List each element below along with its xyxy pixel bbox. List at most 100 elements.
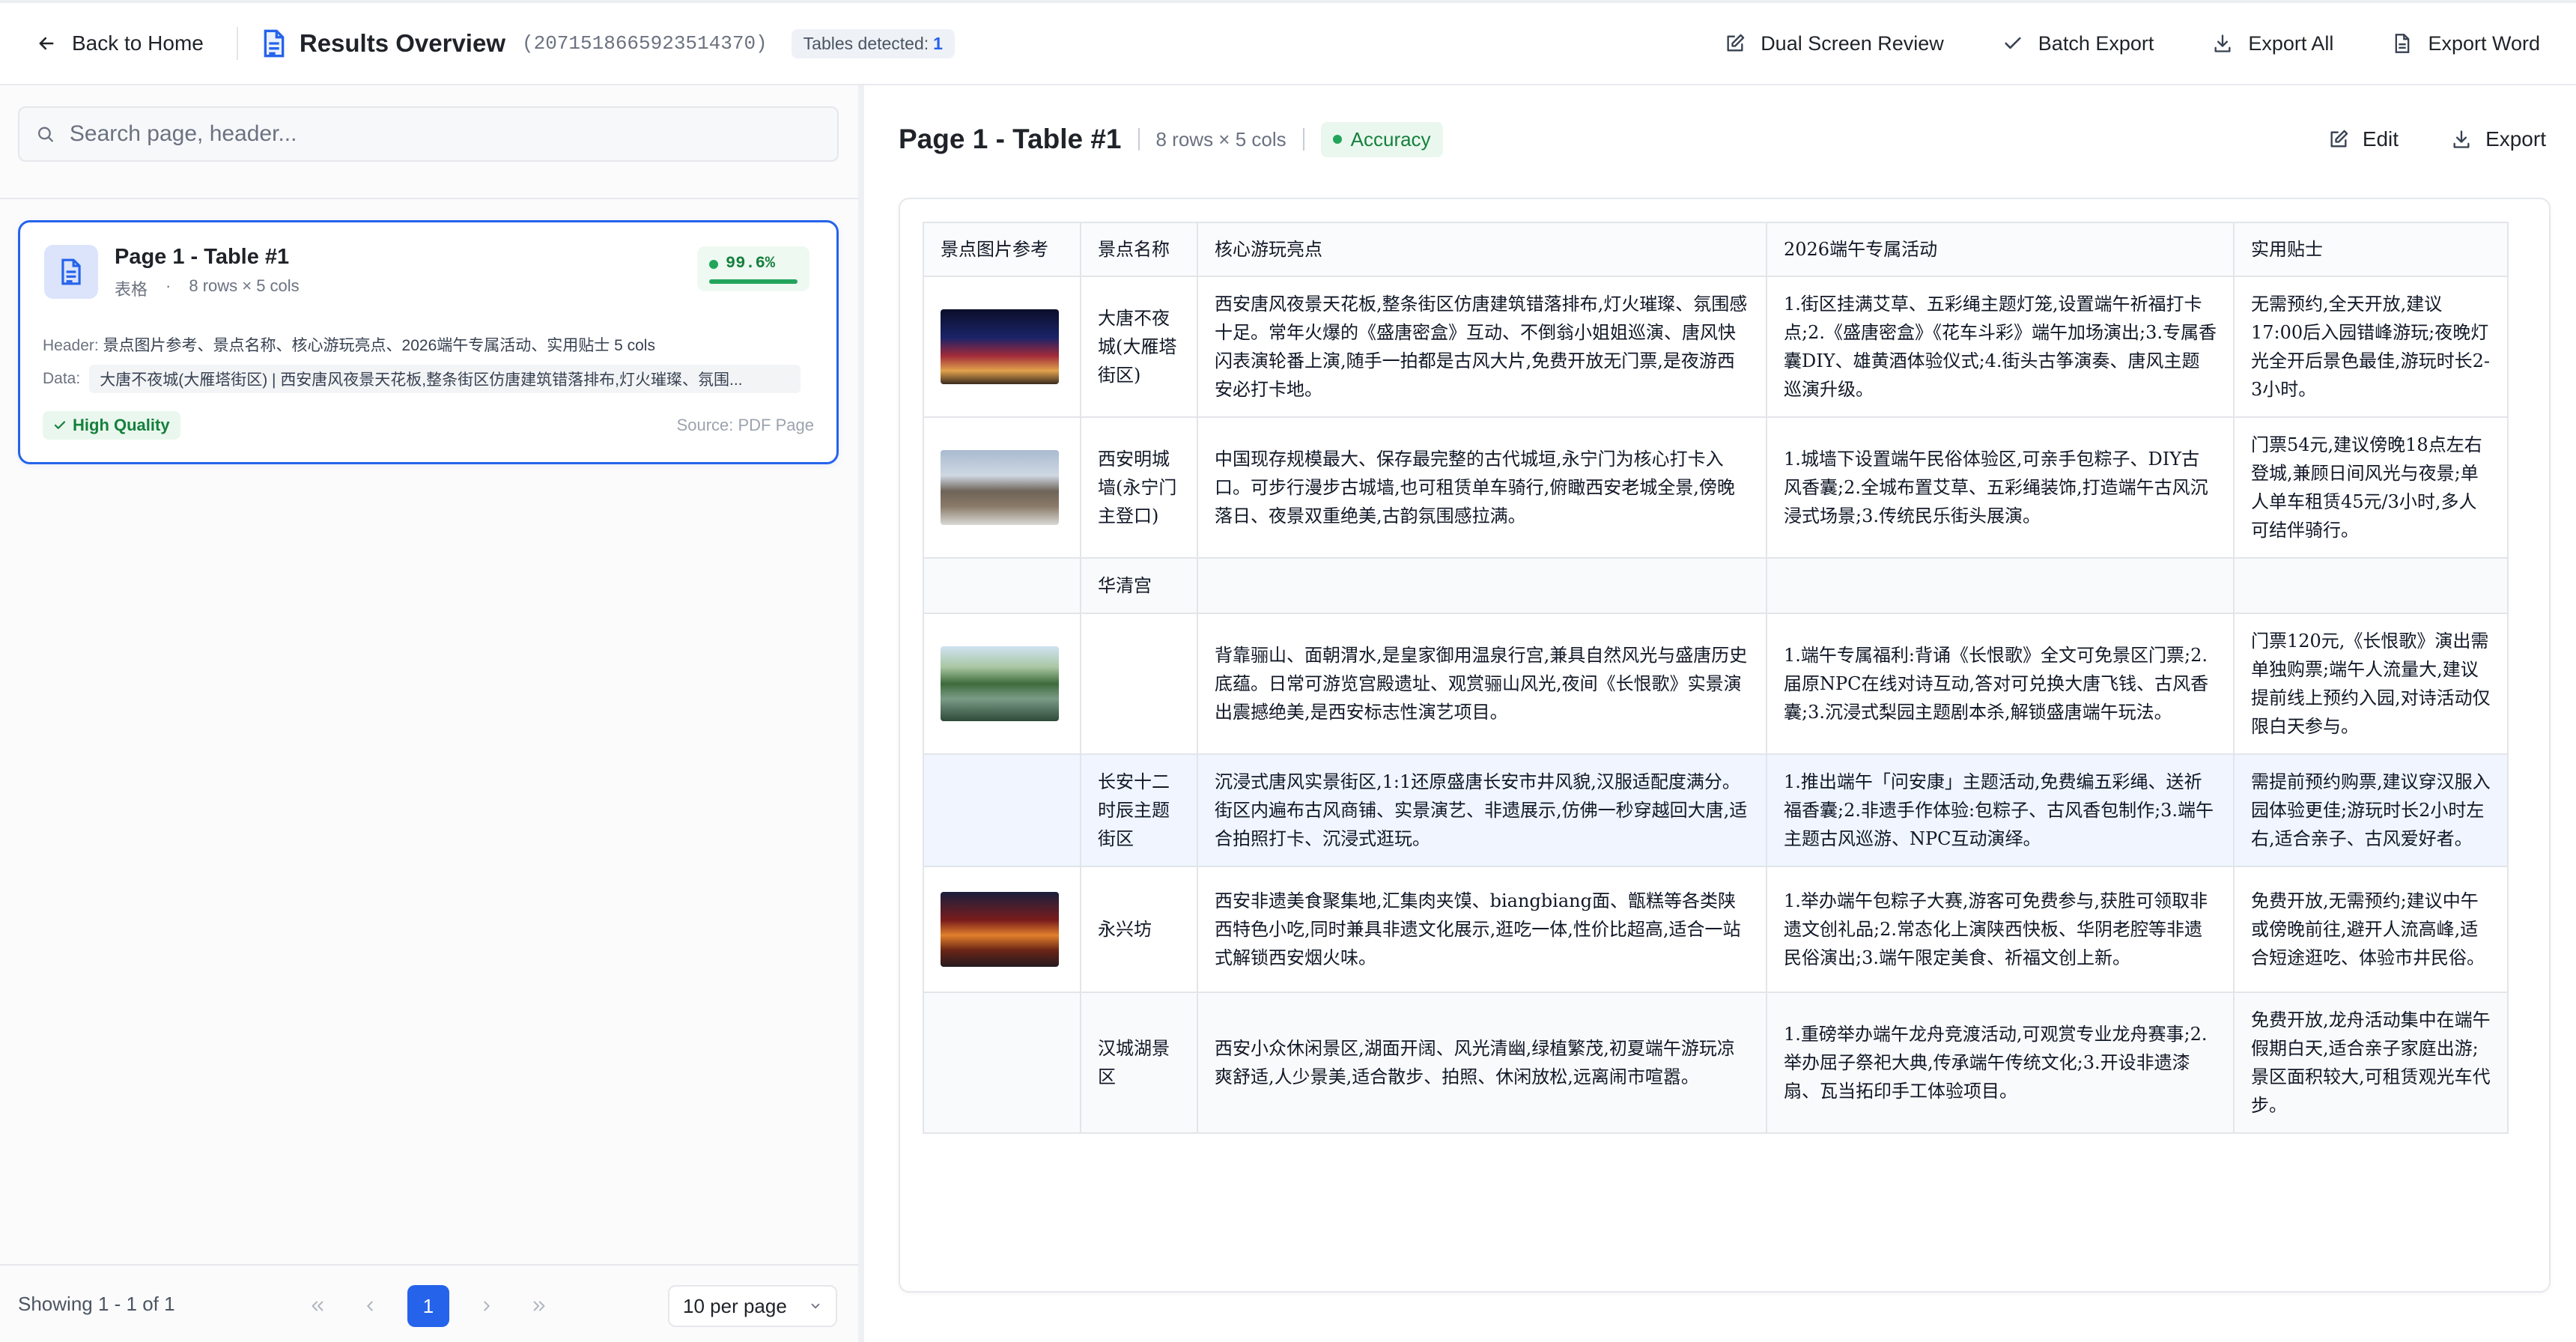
per-page-value: 10 per page	[683, 1294, 787, 1317]
last-page-button[interactable]	[524, 1287, 554, 1326]
highlight-cell	[1197, 557, 1767, 614]
image-cell	[923, 992, 1081, 1134]
showing-count: Showing 1 - 1 of 1	[18, 1292, 175, 1315]
back-to-home-button[interactable]: Back to Home	[36, 31, 204, 55]
quality-label: High Quality	[73, 416, 170, 434]
divider	[236, 27, 238, 60]
search-box[interactable]	[18, 106, 839, 162]
download-icon	[2214, 34, 2231, 52]
activity-cell: 1.推出端午「问安康」主题活动,免费编五彩绳、送祈福香囊;2.非遗手作体验:包粽…	[1766, 753, 2235, 867]
document-icon	[61, 258, 81, 285]
image-cell	[923, 276, 1081, 418]
table-header-bar: Page 1 - Table #1 8 rows × 5 cols Accura…	[899, 112, 1443, 166]
table-row: 西安明城墙(永宁门主登口) 中国现存规模最大、保存最完整的古代城垣,永宁门为核心…	[923, 416, 2509, 559]
activity-cell: 1.城墙下设置端午民俗体验区,可亲手包粽子、DIY古风香囊;2.全城布置艾草、五…	[1766, 416, 2235, 559]
edit-square-icon	[1727, 34, 1745, 52]
column-header: 实用贴士	[2233, 222, 2509, 277]
name-cell: 永兴坊	[1080, 866, 1198, 993]
score-value: 99.6%	[726, 254, 776, 273]
results-title: Results Overview (2071518665923514370) T…	[261, 28, 955, 58]
page-1-button[interactable]: 1	[407, 1285, 449, 1327]
status-dot	[1332, 135, 1342, 144]
table-title: Page 1 - Table #1	[899, 124, 1122, 154]
page-title: Results Overview	[299, 29, 505, 57]
chevrons-right-icon	[533, 1301, 545, 1311]
data-preview: 大唐不夜城(大雁塔街区) | 西安唐风夜景天花板,整条街区仿唐建筑错落排布,灯火…	[89, 365, 801, 393]
tips-cell: 免费开放,龙舟活动集中在端午假期白天,适合亲子家庭出游;景区面积较大,可租赁观光…	[2233, 992, 2509, 1134]
attraction-photo	[941, 450, 1059, 525]
export-word-label: Export Word	[2428, 31, 2540, 55]
chevron-right-icon	[484, 1301, 490, 1311]
highlight-cell: 中国现存规模最大、保存最完整的古代城垣,永宁门为核心打卡入口。可步行漫步古城墙,…	[1197, 416, 1767, 559]
tips-cell: 需提前预约购票,建议穿汉服入园体验更佳;游玩时长2小时左右,适合亲子、古风爱好者…	[2233, 753, 2509, 867]
tables-detected-label: Tables detected:	[803, 33, 929, 53]
batch-export-button[interactable]: Batch Export	[2002, 32, 2154, 55]
name-cell: 大唐不夜城(大雁塔街区)	[1080, 276, 1198, 418]
page-nav: 1	[303, 1285, 554, 1327]
activity-cell: 1.举办端午包粽子大赛,游客可免费参与,获胜可领取非遗文创礼品;2.常态化上演陕…	[1766, 866, 2235, 993]
accuracy-label: Accuracy	[1350, 127, 1431, 151]
name-cell	[1080, 613, 1198, 755]
sidebar: Page 1 - Table #1 表格 · 8 rows × 5 cols 9…	[0, 85, 860, 1342]
image-cell	[923, 613, 1081, 755]
chevron-down-icon	[811, 1303, 820, 1309]
activity-cell: 1.街区挂满艾草、五彩绳主题灯笼,设置端午祈福打卡点;2.《盛唐密盒》《花车斗彩…	[1766, 276, 2235, 418]
resize-handle[interactable]	[858, 85, 864, 1342]
attraction-photo	[941, 309, 1059, 384]
table-row: 背靠骊山、面朝渭水,是皇家御用温泉行宫,兼具自然风光与盛唐历史底蕴。日常可游览宫…	[923, 613, 2509, 755]
search-input[interactable]	[69, 121, 821, 147]
attraction-photo	[941, 892, 1059, 967]
highlight-cell: 背靠骊山、面朝渭水,是皇家御用温泉行宫,兼具自然风光与盛唐历史底蕴。日常可游览宫…	[1197, 613, 1767, 755]
status-dot	[709, 260, 718, 269]
separator-dot: ·	[165, 276, 171, 295]
card-title: Page 1 - Table #1	[115, 245, 290, 269]
per-page-select[interactable]: 10 per page	[668, 1285, 837, 1327]
column-header: 景点名称	[1080, 222, 1198, 277]
export-button[interactable]: Export	[2451, 127, 2546, 151]
document-icon	[264, 29, 285, 58]
edit-label: Edit	[2362, 127, 2399, 151]
chevrons-left-icon	[312, 1301, 323, 1311]
card-data-info: Data: 大唐不夜城(大雁塔街区) | 西安唐风夜景天花板,整条街区仿唐建筑错…	[43, 365, 801, 393]
table-header-row: 景点图片参考 景点名称 核心游玩亮点 2026端午专属活动 实用贴士	[923, 222, 2509, 277]
first-page-button[interactable]	[303, 1287, 332, 1326]
image-cell	[923, 866, 1081, 993]
table-result-card[interactable]: Page 1 - Table #1 表格 · 8 rows × 5 cols 9…	[18, 220, 839, 464]
file-text-icon	[2396, 34, 2410, 53]
card-header-info: Header: 景点图片参考、景点名称、核心游玩亮点、2026端午专属活动、实用…	[43, 333, 655, 356]
activity-cell	[1766, 557, 2235, 614]
search-icon	[38, 127, 53, 142]
export-label: Export	[2485, 127, 2546, 151]
dual-screen-review-button[interactable]: Dual Screen Review	[1725, 32, 1944, 55]
tips-cell: 无需预约,全天开放,建议17:00后入园错峰游玩;夜晚灯光全开后景色最佳,游玩时…	[2233, 276, 2509, 418]
edit-square-icon	[2330, 130, 2348, 148]
tips-cell: 门票120元,《长恨歌》演出需单独购票;端午人流量大,建议提前线上预约入园,对诗…	[2233, 613, 2509, 755]
highlight-cell: 西安非遗美食聚集地,汇集肉夹馍、biangbiang面、甑糕等各类陕西特色小吃,…	[1197, 866, 1767, 993]
table-row: 长安十二时辰主题街区 沉浸式唐风实景街区,1:1还原盛唐长安市井风貌,汉服适配度…	[923, 753, 2509, 867]
divider	[1302, 128, 1304, 151]
edit-button[interactable]: Edit	[2328, 127, 2399, 151]
table-row: 华清宫	[923, 557, 2509, 614]
data-label: Data:	[43, 370, 81, 387]
top-bar: Back to Home Results Overview (207151866…	[0, 0, 2576, 85]
export-word-button[interactable]: Export Word	[2392, 32, 2540, 55]
download-icon	[2453, 130, 2470, 148]
header-label: Header:	[43, 337, 99, 354]
source-label: Source: PDF Page	[676, 416, 814, 434]
column-header: 2026端午专属活动	[1766, 222, 2235, 277]
activity-cell: 1.重磅举办端午龙舟竞渡活动,可观赏专业龙舟赛事;2.举办屈子祭祀大典,传承端午…	[1766, 992, 2235, 1134]
card-icon-badge	[44, 245, 98, 299]
column-header: 核心游玩亮点	[1197, 222, 1767, 277]
column-header: 景点图片参考	[923, 222, 1081, 277]
table-actions: Edit Export	[2328, 112, 2546, 166]
tables-detected-badge: Tables detected: 1	[791, 28, 955, 58]
prev-page-button[interactable]	[355, 1287, 385, 1326]
export-all-button[interactable]: Export All	[2212, 32, 2333, 55]
table-row: 永兴坊 西安非遗美食聚集地,汇集肉夹馍、biangbiang面、甑糕等各类陕西特…	[923, 866, 2509, 993]
accuracy-badge: Accuracy	[1320, 121, 1443, 157]
top-actions: Dual Screen Review Batch Export Export A…	[1725, 32, 2540, 55]
activity-cell: 1.端午专属福利:背诵《长恨歌》全文可免景区门票;2.届原NPC在线对诗互动,答…	[1766, 613, 2235, 755]
table-dims: 8 rows × 5 cols	[1155, 127, 1287, 151]
attraction-photo	[941, 646, 1059, 721]
next-page-button[interactable]	[472, 1287, 502, 1326]
